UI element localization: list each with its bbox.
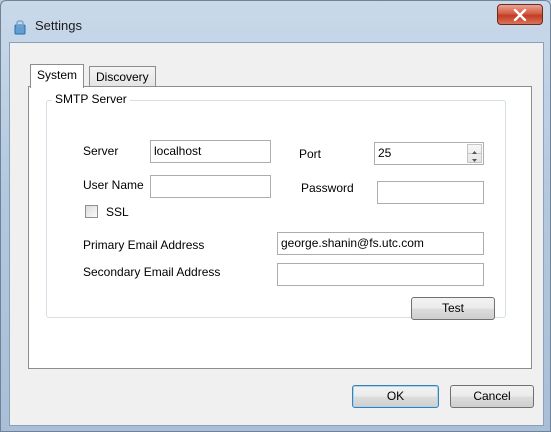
server-field[interactable]: localhost [150,140,271,163]
ssl-checkbox[interactable] [85,205,98,218]
port-stepper[interactable]: 25 [374,142,484,165]
server-label: Server [83,144,119,158]
test-button[interactable]: Test [411,297,495,320]
window-title: Settings [35,18,82,33]
port-value: 25 [378,146,392,160]
group-title: SMTP Server [52,92,130,106]
close-button[interactable] [497,4,543,25]
tab-system[interactable]: System [30,64,85,88]
port-spinner [467,144,482,163]
primary-email-field[interactable]: george.shanin@fs.utc.com [277,232,484,255]
settings-window-icon [14,20,26,35]
password-label: Password [301,181,354,195]
tab-discovery[interactable]: Discovery [89,66,156,88]
secondary-email-label: Secondary Email Address [83,265,221,279]
secondary-email-field[interactable] [277,263,484,286]
settings-window: Settings System Discovery SMTP Server Se… [0,0,551,432]
port-decrement-button[interactable] [468,154,481,163]
port-increment-button[interactable] [468,145,481,154]
arrow-down-icon [472,159,477,162]
cancel-button[interactable]: Cancel [450,385,534,408]
port-label: Port [299,147,322,161]
close-icon [513,9,527,21]
ok-button[interactable]: OK [352,385,439,408]
username-label: User Name [83,178,144,192]
username-field[interactable] [150,175,271,198]
dialog-body: System Discovery SMTP Server Server loca… [9,42,544,426]
title-bar[interactable]: Settings [1,1,550,41]
ssl-label: SSL [106,205,129,219]
password-field[interactable] [377,181,484,204]
primary-email-label: Primary Email Address [83,238,205,252]
